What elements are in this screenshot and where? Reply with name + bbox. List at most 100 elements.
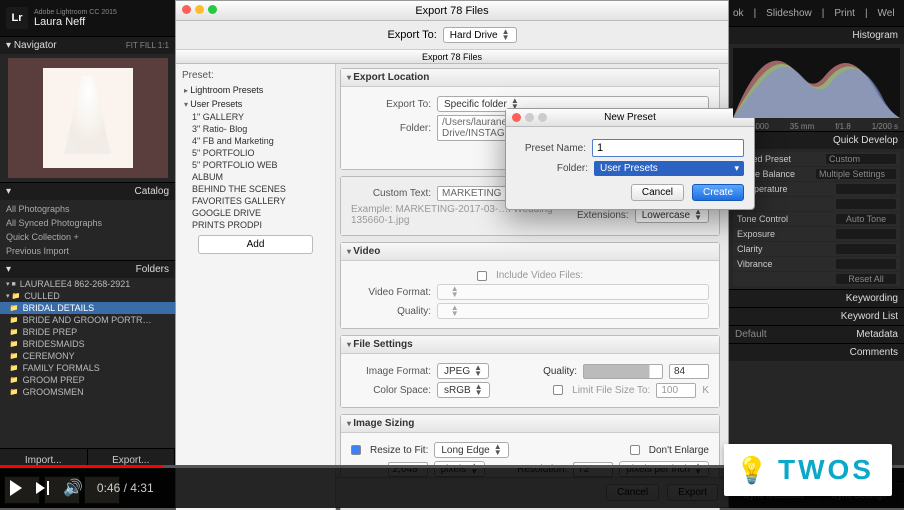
preset-group[interactable]: Lightroom Presets [178, 83, 333, 97]
modal-create-button[interactable]: Create [692, 184, 744, 201]
video-format-select[interactable]: ▲▼ [437, 284, 709, 300]
preset-item[interactable]: BEHIND THE SCENES [178, 183, 333, 195]
section-video[interactable]: Video [341, 243, 719, 261]
histogram-header[interactable]: Histogram [729, 26, 904, 44]
folder-item[interactable]: ▾ 📁CULLED [0, 290, 175, 302]
extensions-label: Extensions: [577, 210, 629, 221]
preset-item[interactable]: 5" PORTFOLIO [178, 147, 333, 159]
comments-header[interactable]: Comments [729, 343, 904, 361]
minimize-icon[interactable] [195, 5, 204, 14]
preset-item[interactable]: FAVORITES GALLERY [178, 195, 333, 207]
wb-select[interactable]: Multiple Settings [816, 169, 896, 179]
catalog-item[interactable]: All Photographs [6, 202, 169, 216]
keyword-list-header[interactable]: Keyword List [729, 307, 904, 325]
section-image-sizing[interactable]: Image Sizing [341, 415, 719, 433]
watermark: 💡 TWOS [724, 444, 892, 496]
reset-all-button[interactable]: Reset All [836, 274, 896, 284]
auto-tone-button[interactable]: Auto Tone [836, 214, 896, 224]
folder-item[interactable]: 📁GROOM PREP [0, 374, 175, 386]
color-space-label: Color Space: [351, 385, 431, 396]
include-video-check[interactable] [477, 271, 487, 281]
histo-s: 1/200 s [872, 122, 898, 131]
preset-folder-select[interactable]: User Presets [594, 161, 744, 176]
preset-item[interactable]: 1" GALLERY [178, 111, 333, 123]
navigator-header[interactable]: ▾ NavigatorFIT FILL 1:1 [0, 36, 175, 54]
close-icon[interactable] [512, 113, 521, 122]
exposure-label: Exposure [737, 229, 775, 239]
exposure-buttons[interactable] [836, 229, 896, 239]
keywording-header[interactable]: Keywording [729, 289, 904, 307]
resize-check[interactable] [351, 445, 361, 455]
close-icon[interactable] [182, 5, 191, 14]
next-icon[interactable] [36, 481, 49, 495]
module-tab[interactable]: ok [733, 8, 744, 19]
user-name: Laura Neff [34, 16, 117, 28]
dont-enlarge-label: Don't Enlarge [649, 445, 709, 456]
section-file-settings[interactable]: File Settings [341, 336, 719, 354]
new-preset-dialog: New Preset Preset Name: Folder:User Pres… [505, 108, 755, 210]
zoom-icon[interactable] [208, 5, 217, 14]
folder-item[interactable]: 📁BRIDESMAIDS [0, 338, 175, 350]
module-tab[interactable]: Print [834, 8, 855, 19]
catalog-item[interactable]: Quick Collection + [6, 230, 169, 244]
folder-item[interactable]: 📁BRIDE AND GROOM PORTR… [0, 314, 175, 326]
quality-slider[interactable] [583, 364, 663, 379]
histo-mm: 35 mm [790, 122, 814, 131]
module-tab[interactable]: Slideshow [766, 8, 812, 19]
module-tab[interactable]: Wel [878, 8, 895, 19]
navigator-preview[interactable] [8, 58, 168, 178]
resize-select[interactable]: Long Edge▲▼ [434, 442, 508, 458]
custom-text-label: Custom Text: [351, 188, 431, 199]
tone-control-label: Tone Control [737, 214, 788, 224]
vibrance-buttons[interactable] [836, 259, 896, 269]
preset-item[interactable]: ALBUM [178, 171, 333, 183]
temperature-buttons[interactable] [836, 184, 896, 194]
folder-item[interactable]: 📁GROOMSMEN [0, 386, 175, 398]
bulb-icon: 💡 [736, 455, 768, 486]
folder-item[interactable]: 📁CEREMONY [0, 350, 175, 362]
image-format-select[interactable]: JPEG▲▼ [437, 363, 489, 379]
volume[interactable]: ▾ ■LAURALEE4 862-268-2921 [0, 278, 175, 290]
metadata-header[interactable]: DefaultMetadata [729, 325, 904, 343]
preset-item[interactable]: GOOGLE DRIVE [178, 207, 333, 219]
tint-buttons[interactable] [836, 199, 896, 209]
limit-size-value[interactable]: 100 [656, 383, 696, 398]
zoom-icon [538, 113, 547, 122]
export-subtitle: Export 78 Files [176, 50, 728, 64]
volume-icon[interactable]: 🔊 [63, 478, 83, 498]
preset-item[interactable]: 5" PORTFOLIO WEB [178, 159, 333, 171]
catalog-item[interactable]: Previous Import [6, 244, 169, 258]
folder-item[interactable]: 📁BRIDAL DETAILS [0, 302, 175, 314]
limit-size-check[interactable] [553, 385, 563, 395]
video-quality-select[interactable]: ▲▼ [437, 303, 709, 319]
clarity-buttons[interactable] [836, 244, 896, 254]
folders-header[interactable]: ▾ Folders [0, 260, 175, 278]
catalog-item[interactable]: All Synced Photographs [6, 216, 169, 230]
quality-value[interactable]: 84 [669, 364, 709, 379]
image-format-label: Image Format: [351, 366, 431, 377]
play-icon[interactable] [10, 480, 22, 496]
location-export-to-label: Export To: [351, 99, 431, 110]
limit-size-label: Limit File Size To: [572, 385, 650, 396]
saved-preset-select[interactable]: Custom [826, 154, 896, 164]
preset-name-input[interactable] [592, 139, 744, 157]
include-video-label: Include Video Files: [496, 270, 583, 281]
folder-item[interactable]: 📁BRIDE PREP [0, 326, 175, 338]
quick-develop-header[interactable]: Quick Develop [729, 131, 904, 149]
histogram [733, 48, 900, 118]
preset-folder-label: Folder: [516, 163, 588, 174]
preset-group[interactable]: User Presets [178, 97, 333, 111]
preset-item[interactable]: 4" FB and Marketing [178, 135, 333, 147]
catalog-header[interactable]: ▾ Catalog [0, 182, 175, 200]
export-to-select[interactable]: Hard Drive▲▼ [443, 27, 517, 43]
modal-cancel-button[interactable]: Cancel [631, 184, 684, 201]
folder-item[interactable]: 📁FAMILY FORMALS [0, 362, 175, 374]
dont-enlarge-check[interactable] [630, 445, 640, 455]
add-preset-button[interactable]: Add [198, 235, 313, 254]
preset-name-label: Preset Name: [516, 143, 586, 154]
section-export-location[interactable]: Export Location [341, 69, 719, 87]
color-space-select[interactable]: sRGB▲▼ [437, 382, 490, 398]
preset-item[interactable]: PRINTS PRODPI [178, 219, 333, 231]
preset-item[interactable]: 3" Ratio- Blog [178, 123, 333, 135]
minimize-icon [525, 113, 534, 122]
